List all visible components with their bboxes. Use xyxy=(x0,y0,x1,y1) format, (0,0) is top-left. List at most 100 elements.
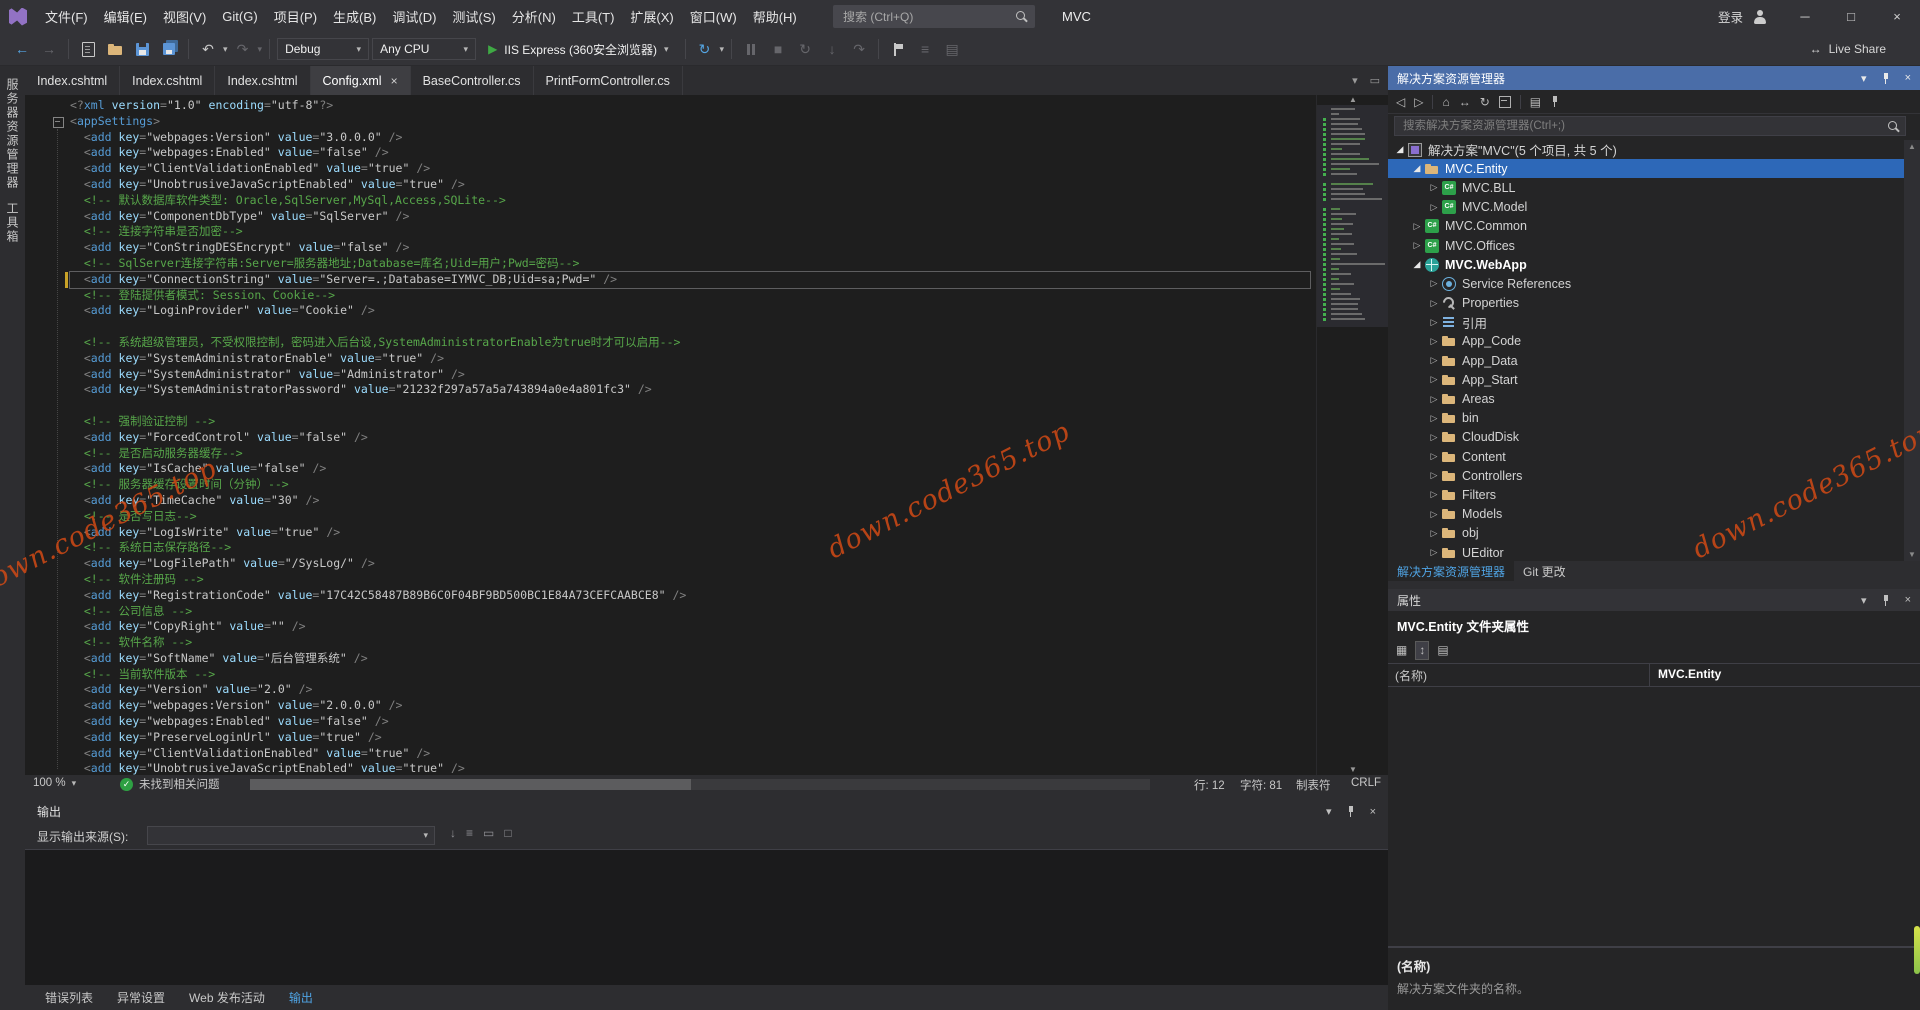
code-line[interactable]: <!-- 默认数据库软件类型: Oracle,SqlServer,MySql,A… xyxy=(70,193,1310,209)
uncomment-lines-icon[interactable]: ▤ xyxy=(940,37,964,61)
close-icon[interactable]: × xyxy=(1905,594,1911,606)
code-line[interactable]: <add key="IsCache" value="false" /> xyxy=(70,461,1310,477)
restore-button[interactable]: □ xyxy=(1828,0,1874,33)
horizontal-scrollbar[interactable] xyxy=(250,779,1150,790)
scrollbar-thumb[interactable] xyxy=(250,779,691,790)
code-line[interactable]: <!-- 公司信息 --> xyxy=(70,604,1310,620)
server-explorer-tab[interactable]: 服务器资源管理器 xyxy=(4,78,21,190)
undo-dropdown-icon[interactable]: ▾ xyxy=(223,44,228,55)
live-share-button[interactable]: ↔ Live Share xyxy=(1810,42,1886,56)
collapsed-arrow-icon[interactable]: ▷ xyxy=(1426,394,1442,405)
code-line[interactable]: <!-- 服务器缓存设置时间（分钟）--> xyxy=(70,477,1310,493)
search-icon[interactable] xyxy=(1015,10,1027,23)
code-line[interactable]: <add key="ConStringDESEncrypt" value="fa… xyxy=(70,240,1310,256)
tree-item[interactable]: ▷引用 xyxy=(1388,313,1904,332)
new-file-icon[interactable] xyxy=(76,37,100,61)
collapsed-arrow-icon[interactable]: ▷ xyxy=(1426,432,1442,443)
tree-item[interactable]: ▷Properties xyxy=(1388,294,1904,313)
bottom-panel-tab[interactable]: 输出 xyxy=(279,985,323,1010)
code-line[interactable]: <add key="CopyRight" value="" /> xyxy=(70,619,1310,635)
code-line[interactable]: <add key="RegistrationCode" value="17C42… xyxy=(70,588,1310,604)
menu-item[interactable]: 生成(B) xyxy=(325,0,384,33)
code-line[interactable]: <add key="LoginProvider" value="Cookie" … xyxy=(70,303,1310,319)
tree-item[interactable]: ▷Filters xyxy=(1388,485,1904,504)
tree-item[interactable]: ◢MVC.Entity xyxy=(1388,159,1904,178)
tree-item[interactable]: ▷Models xyxy=(1388,505,1904,524)
tree-item[interactable]: ▷UEditor xyxy=(1388,543,1904,561)
solution-search-box[interactable] xyxy=(1394,116,1906,136)
collapsed-arrow-icon[interactable]: ▷ xyxy=(1426,278,1442,289)
code-line[interactable]: <add key="SystemAdministratorEnable" val… xyxy=(70,351,1310,367)
collapsed-arrow-icon[interactable]: ▷ xyxy=(1426,547,1442,558)
tree-item[interactable]: ▷Service References xyxy=(1388,274,1904,293)
solution-tree-scrollbar[interactable]: ▲ ▼ xyxy=(1904,140,1920,561)
fold-collapse-icon[interactable] xyxy=(53,117,64,128)
redo-icon[interactable]: ↷ xyxy=(231,37,255,61)
tab-list-dropdown-icon[interactable]: ▾ xyxy=(1352,74,1358,87)
code-line[interactable]: <add key="Version" value="2.0" /> xyxy=(70,682,1310,698)
tree-item[interactable]: ▷MVC.Common xyxy=(1388,217,1904,236)
tree-item[interactable]: ▷MVC.BLL xyxy=(1388,178,1904,197)
menu-item[interactable]: 测试(S) xyxy=(444,0,503,33)
code-line[interactable]: <!-- 登陆提供者模式: Session、Cookie--> xyxy=(70,288,1310,304)
window-menu-icon[interactable]: ▾ xyxy=(1326,805,1332,818)
code-line[interactable] xyxy=(70,319,1310,335)
code-line[interactable]: <!-- 强制验证控制 --> xyxy=(70,414,1310,430)
close-icon[interactable]: × xyxy=(1370,806,1376,818)
expanded-arrow-icon[interactable]: ◢ xyxy=(1409,259,1425,270)
document-tab[interactable]: Config.xml× xyxy=(311,66,411,95)
menu-item[interactable]: 工具(T) xyxy=(564,0,623,33)
menu-item[interactable]: 项目(P) xyxy=(266,0,325,33)
status-line-number[interactable]: 行: 12 xyxy=(1194,777,1225,793)
platform-combo[interactable]: Any CPU ▾ xyxy=(372,38,476,60)
properties-header[interactable]: 属性 ▾ × xyxy=(1388,589,1920,611)
code-line[interactable]: <add key="UnobtrusiveJavaScriptEnabled" … xyxy=(70,761,1310,775)
collapsed-arrow-icon[interactable]: ▷ xyxy=(1426,355,1442,366)
se-refresh-icon[interactable]: ↻ xyxy=(1480,95,1490,109)
code-line[interactable]: <add key="webpages:Enabled" value="false… xyxy=(70,714,1310,730)
code-line[interactable]: <appSettings> xyxy=(70,114,1310,130)
scrollbar-map[interactable]: ▲ ▼ xyxy=(1316,95,1388,775)
navigate-back-icon[interactable]: ← xyxy=(10,37,34,61)
code-line[interactable]: <add key="ForcedControl" value="false" /… xyxy=(70,430,1310,446)
code-line[interactable]: <add key="UnobtrusiveJavaScriptEnabled" … xyxy=(70,177,1310,193)
document-tab[interactable]: Index.cshtml xyxy=(25,66,120,95)
collapsed-arrow-icon[interactable]: ▷ xyxy=(1426,374,1442,385)
comment-lines-icon[interactable]: ≡ xyxy=(913,37,937,61)
collapsed-arrow-icon[interactable]: ▷ xyxy=(1426,336,1442,347)
code-line[interactable]: <!-- 系统超级管理员，不受权限控制，密码进入后台设,SystemAdmini… xyxy=(70,335,1310,351)
collapsed-arrow-icon[interactable]: ▷ xyxy=(1409,221,1425,232)
code-line[interactable]: <add key="TimeCache" value="30" /> xyxy=(70,493,1310,509)
code-line[interactable]: <!-- 是否写日志--> xyxy=(70,509,1310,525)
scroll-up-icon[interactable]: ▲ xyxy=(1317,95,1388,105)
collapsed-arrow-icon[interactable]: ▷ xyxy=(1426,489,1442,500)
hot-reload-dropdown-icon[interactable]: ▾ xyxy=(720,44,725,55)
status-column-number[interactable]: 字符: 81 xyxy=(1240,777,1282,793)
tree-item[interactable]: ▷App_Data xyxy=(1388,351,1904,370)
collapsed-arrow-icon[interactable]: ▷ xyxy=(1426,470,1442,481)
code-health-indicator[interactable]: ✓ 未找到相关问题 xyxy=(120,776,220,792)
save-all-icon[interactable] xyxy=(157,37,181,61)
expanded-arrow-icon[interactable]: ◢ xyxy=(1409,163,1425,174)
search-icon[interactable] xyxy=(1887,120,1899,133)
se-show-all-files-icon[interactable]: ▤ xyxy=(1530,95,1541,109)
collapsed-arrow-icon[interactable]: ▷ xyxy=(1426,451,1442,462)
restart-icon[interactable]: ↻ xyxy=(793,37,817,61)
se-pin-icon[interactable] xyxy=(1550,96,1560,107)
minimize-button[interactable]: ─ xyxy=(1782,0,1828,33)
window-menu-icon[interactable]: ▾ xyxy=(1861,594,1867,607)
close-icon[interactable]: × xyxy=(1905,72,1911,84)
tool-window-tab[interactable]: Git 更改 xyxy=(1514,561,1575,581)
collapsed-arrow-icon[interactable]: ▷ xyxy=(1409,240,1425,251)
bottom-panel-tab[interactable]: 错误列表 xyxy=(35,985,103,1010)
properties-object-combo[interactable]: MVC.Entity 文件夹属性 xyxy=(1388,613,1920,637)
step-over-icon[interactable]: ↷ xyxy=(847,37,871,61)
configuration-combo[interactable]: Debug ▾ xyxy=(277,38,369,60)
document-tab[interactable]: BaseController.cs xyxy=(411,66,534,95)
code-line[interactable] xyxy=(70,398,1310,414)
save-icon[interactable] xyxy=(130,37,154,61)
menu-item[interactable]: 窗口(W) xyxy=(682,0,745,33)
hot-reload-icon[interactable]: ↻ xyxy=(693,37,717,61)
code-line[interactable]: <add key="PreserveLoginUrl" value="true"… xyxy=(70,730,1310,746)
scroll-down-icon[interactable]: ▼ xyxy=(1904,550,1920,559)
